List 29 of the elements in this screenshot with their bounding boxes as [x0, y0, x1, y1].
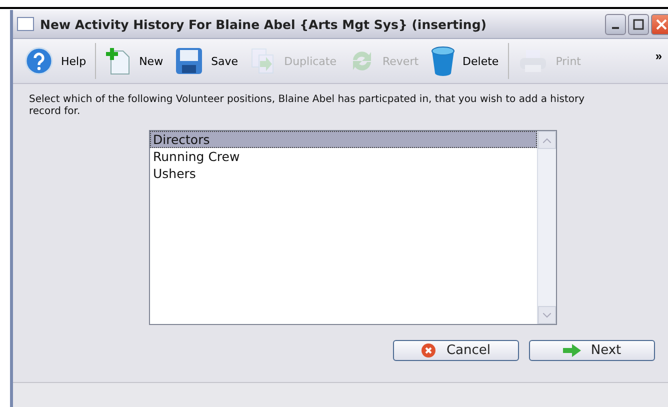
duplicate-icon [250, 47, 276, 75]
help-icon [25, 47, 53, 75]
delete-button[interactable]: Delete [424, 43, 505, 79]
scroll-up-icon [543, 138, 551, 142]
positions-list[interactable]: Directors Running Crew Ushers [149, 130, 557, 325]
new-button[interactable]: New [99, 43, 170, 79]
minimize-button[interactable] [605, 14, 626, 34]
close-button[interactable] [651, 14, 668, 34]
window-icon [17, 17, 34, 31]
close-icon [656, 18, 667, 30]
window-title: New Activity History For Blaine Abel {Arts Mgt Sys} (inserting) [40, 16, 488, 32]
list-item[interactable]: Directors [150, 131, 537, 148]
save-button[interactable]: Save [169, 43, 244, 79]
next-button[interactable]: Next [529, 340, 655, 361]
right-arrow-icon [562, 344, 581, 357]
scroll-down-icon [543, 312, 551, 318]
scrollbar[interactable] [537, 131, 556, 324]
more-button[interactable]: » [655, 49, 662, 63]
list-item[interactable]: Running Crew [150, 148, 537, 165]
instruction-text: Select which of the following Volunteer positions, Blaine Abel has particpated in, that you wish to add a history record for. [29, 94, 586, 118]
maximize-button[interactable] [628, 14, 649, 34]
cancel-button[interactable]: Cancel [393, 340, 519, 361]
new-document-icon [105, 47, 132, 75]
help-button[interactable]: Help [19, 43, 92, 79]
trash-can-icon [430, 46, 455, 76]
list-item[interactable]: Ushers [150, 165, 537, 182]
maximize-icon [633, 18, 644, 30]
cancel-icon [421, 343, 436, 358]
minimize-icon [612, 27, 619, 29]
